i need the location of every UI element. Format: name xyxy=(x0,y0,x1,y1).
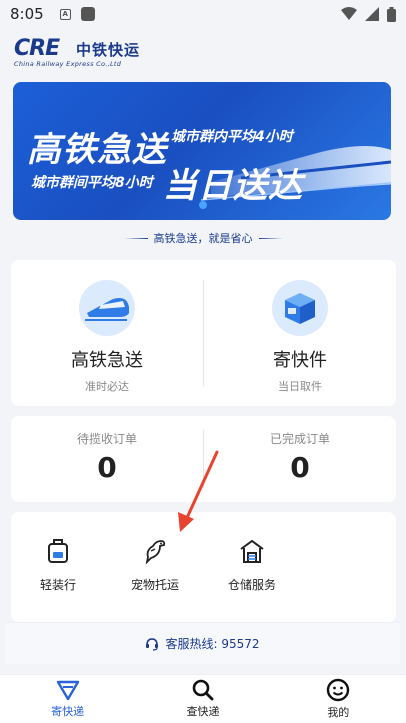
tool-warehouse-service[interactable]: 仓储服务 xyxy=(217,538,287,593)
banner-subtext-1: 城市群内平均4小时 xyxy=(171,129,293,145)
logo-mark: CRE xyxy=(14,36,60,61)
order-count: 0 xyxy=(290,451,310,484)
banner-headline-1: 高铁急送 xyxy=(27,130,167,170)
tools-card: 轻装行 宠物托运 仓储服务 xyxy=(11,512,396,622)
battery-icon xyxy=(387,6,396,22)
backpack-icon xyxy=(48,539,68,563)
banner-headline-2: 当日送达 xyxy=(163,166,303,206)
high-speed-train-icon xyxy=(79,280,135,336)
service-high-speed-express[interactable]: 高铁急送 准时必达 xyxy=(11,260,203,406)
slogan: 高铁急送，就是省心 xyxy=(0,230,406,246)
status-bar: 8:05 A xyxy=(0,0,406,28)
hotline-text: 客服热线: 95572 xyxy=(165,637,260,651)
tool-pet-shipping[interactable]: 宠物托运 xyxy=(120,538,190,593)
warehouse-icon xyxy=(240,539,264,563)
status-time: 8:05 xyxy=(10,5,44,23)
tab-track-express[interactable]: 查快递 xyxy=(135,675,270,723)
banner-subtext-2: 城市群间平均8小时 xyxy=(31,175,153,191)
bottom-tab-bar: 寄快递 查快递 我的 xyxy=(0,674,406,723)
tab-label: 查快递 xyxy=(186,705,220,718)
service-desc: 准时必达 xyxy=(85,380,129,393)
cre-logo: CRE 中铁快运 China Railway Express Co.,Ltd xyxy=(14,36,144,72)
logo-english-name: China Railway Express Co.,Ltd xyxy=(14,60,122,68)
package-box-icon xyxy=(272,280,328,336)
wifi-icon xyxy=(341,7,357,20)
service-send-package[interactable]: 寄快件 当日取件 xyxy=(204,260,396,406)
slogan-text: 高铁急送，就是省心 xyxy=(153,232,253,245)
search-icon xyxy=(192,679,214,701)
order-count: 0 xyxy=(97,451,117,484)
notification-a-icon: A xyxy=(59,8,71,20)
tool-label: 仓储服务 xyxy=(227,578,276,592)
slogan-divider-left xyxy=(123,237,148,239)
headset-icon xyxy=(146,637,159,651)
tool-label: 轻装行 xyxy=(39,578,76,592)
profile-face-icon xyxy=(327,678,350,702)
logo-chinese-name: 中铁快运 xyxy=(76,41,141,59)
tab-label: 寄快递 xyxy=(51,705,85,718)
service-desc: 当日取件 xyxy=(278,380,322,393)
send-icon xyxy=(56,680,79,701)
order-label: 已完成订单 xyxy=(269,432,330,446)
promo-banner[interactable]: 高铁急送 城市群内平均4小时 当日送达 城市群间平均8小时 xyxy=(13,82,391,220)
app-header: CRE 中铁快运 China Railway Express Co.,Ltd xyxy=(0,32,406,76)
tab-my-profile[interactable]: 我的 xyxy=(271,675,406,723)
orders-card: 待揽收订单 0 已完成订单 0 xyxy=(11,416,396,502)
order-completed[interactable]: 已完成订单 0 xyxy=(204,416,396,502)
tab-send-express[interactable]: 寄快递 xyxy=(0,675,135,723)
notification-square-icon xyxy=(80,7,95,21)
order-pending-pickup[interactable]: 待揽收订单 0 xyxy=(11,416,203,502)
service-title: 高铁急送 xyxy=(71,350,143,371)
customer-service-hotline[interactable]: 客服热线: 95572 xyxy=(5,622,400,664)
service-title: 寄快件 xyxy=(273,350,327,371)
order-label: 待揽收订单 xyxy=(76,432,137,446)
tool-label: 宠物托运 xyxy=(130,578,179,592)
tool-light-travel[interactable]: 轻装行 xyxy=(23,538,93,593)
signal-icon xyxy=(365,7,379,21)
bird-icon xyxy=(145,540,166,564)
tab-label: 我的 xyxy=(327,706,350,719)
slogan-divider-right xyxy=(258,237,283,239)
services-card: 高铁急送 准时必达 寄快件 当日取件 xyxy=(11,260,396,406)
carousel-indicator[interactable] xyxy=(199,201,207,209)
